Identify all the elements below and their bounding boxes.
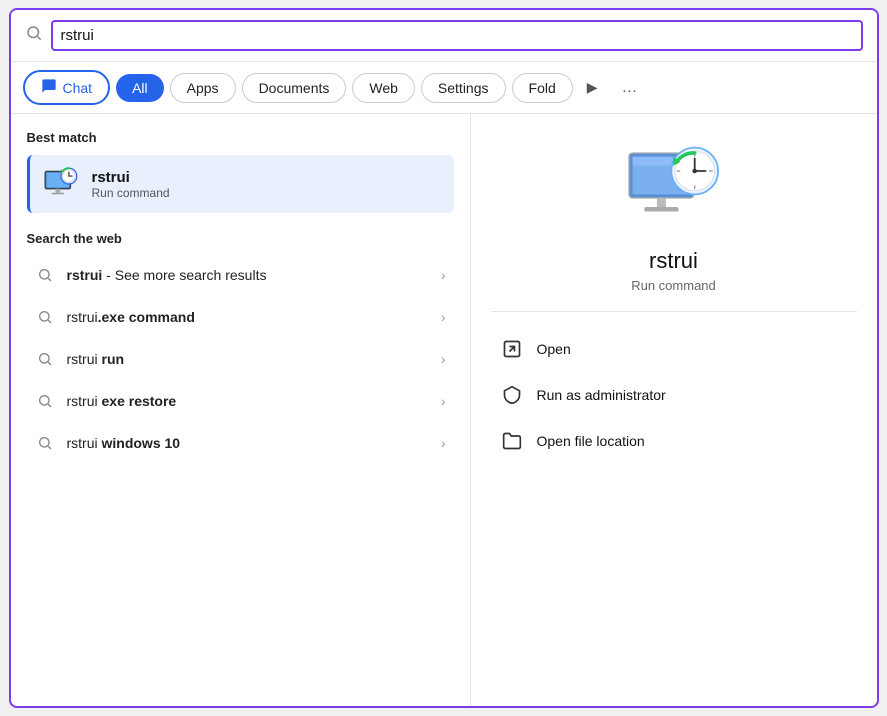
web-item-text: rstrui exe restore — [67, 393, 429, 409]
run-as-admin-label: Run as administrator — [537, 387, 666, 403]
run-as-admin-action[interactable]: Run as administrator — [491, 372, 857, 418]
right-panel-app-type: Run command — [631, 278, 716, 293]
tab-folders[interactable]: Fold — [512, 73, 573, 103]
search-icon — [35, 265, 55, 285]
tabs-row: Chat All Apps Documents Web Settings Fol… — [11, 62, 877, 114]
web-item-text: rstrui run — [67, 351, 429, 367]
right-panel: rstrui Run command Open — [471, 114, 877, 706]
chevron-right-icon: › — [441, 351, 446, 367]
chevron-right-icon: › — [441, 435, 446, 451]
best-match-subtitle: Run command — [92, 186, 170, 200]
tab-documents[interactable]: Documents — [242, 73, 347, 103]
tab-documents-label: Documents — [259, 80, 330, 96]
open-icon — [501, 338, 523, 360]
search-icon — [25, 24, 43, 47]
list-item[interactable]: rstrui exe restore › — [27, 380, 454, 422]
chevron-right-icon: › — [441, 393, 446, 409]
web-section-label: Search the web — [27, 231, 454, 246]
best-match-name: rstrui — [92, 169, 170, 186]
search-bar: rstrui — [11, 10, 877, 62]
tab-apps[interactable]: Apps — [170, 73, 236, 103]
tab-settings[interactable]: Settings — [421, 73, 506, 103]
list-item[interactable]: rstrui run › — [27, 338, 454, 380]
search-icon — [35, 391, 55, 411]
search-icon — [35, 349, 55, 369]
best-match-label: Best match — [27, 130, 454, 145]
shield-icon — [501, 384, 523, 406]
open-action[interactable]: Open — [491, 326, 857, 372]
chevron-right-icon: › — [441, 267, 446, 283]
action-list: Open Run as administrator — [491, 326, 857, 464]
web-item-text: rstrui - See more search results — [67, 267, 429, 283]
main-content: Best match — [11, 114, 877, 706]
best-match-item[interactable]: rstrui Run command — [27, 155, 454, 213]
tab-web-label: Web — [369, 80, 398, 96]
list-item[interactable]: rstrui - See more search results › — [27, 254, 454, 296]
best-match-text: rstrui Run command — [92, 169, 170, 200]
rstrui-icon — [42, 165, 80, 203]
tab-apps-label: Apps — [187, 80, 219, 96]
list-item[interactable]: rstrui windows 10 › — [27, 422, 454, 464]
chat-icon — [41, 78, 57, 97]
tab-web[interactable]: Web — [352, 73, 415, 103]
chevron-right-icon: › — [441, 309, 446, 325]
tab-chat[interactable]: Chat — [23, 70, 111, 105]
open-file-location-label: Open file location — [537, 433, 645, 449]
tab-all-label: All — [132, 80, 148, 96]
search-input[interactable]: rstrui — [51, 20, 863, 51]
search-icon — [35, 433, 55, 453]
web-item-text: rstrui windows 10 — [67, 435, 429, 451]
tabs-scroll-right-button[interactable]: ▶ — [579, 74, 606, 101]
list-item[interactable]: rstrui.exe command › — [27, 296, 454, 338]
folder-icon — [501, 430, 523, 452]
right-panel-app-name: rstrui — [649, 248, 698, 274]
open-label: Open — [537, 341, 571, 357]
search-window: rstrui Chat All Apps Documents Web Setti… — [9, 8, 879, 708]
tabs-more-button[interactable]: … — [612, 74, 648, 102]
search-icon — [35, 307, 55, 327]
open-file-location-action[interactable]: Open file location — [491, 418, 857, 464]
web-item-text: rstrui.exe command — [67, 309, 429, 325]
app-large-icon — [624, 144, 724, 234]
left-panel: Best match — [11, 114, 471, 706]
tab-chat-label: Chat — [63, 80, 93, 96]
tab-folders-label: Fold — [529, 80, 556, 96]
tab-all[interactable]: All — [116, 74, 164, 102]
tab-settings-label: Settings — [438, 80, 489, 96]
divider — [491, 311, 857, 312]
